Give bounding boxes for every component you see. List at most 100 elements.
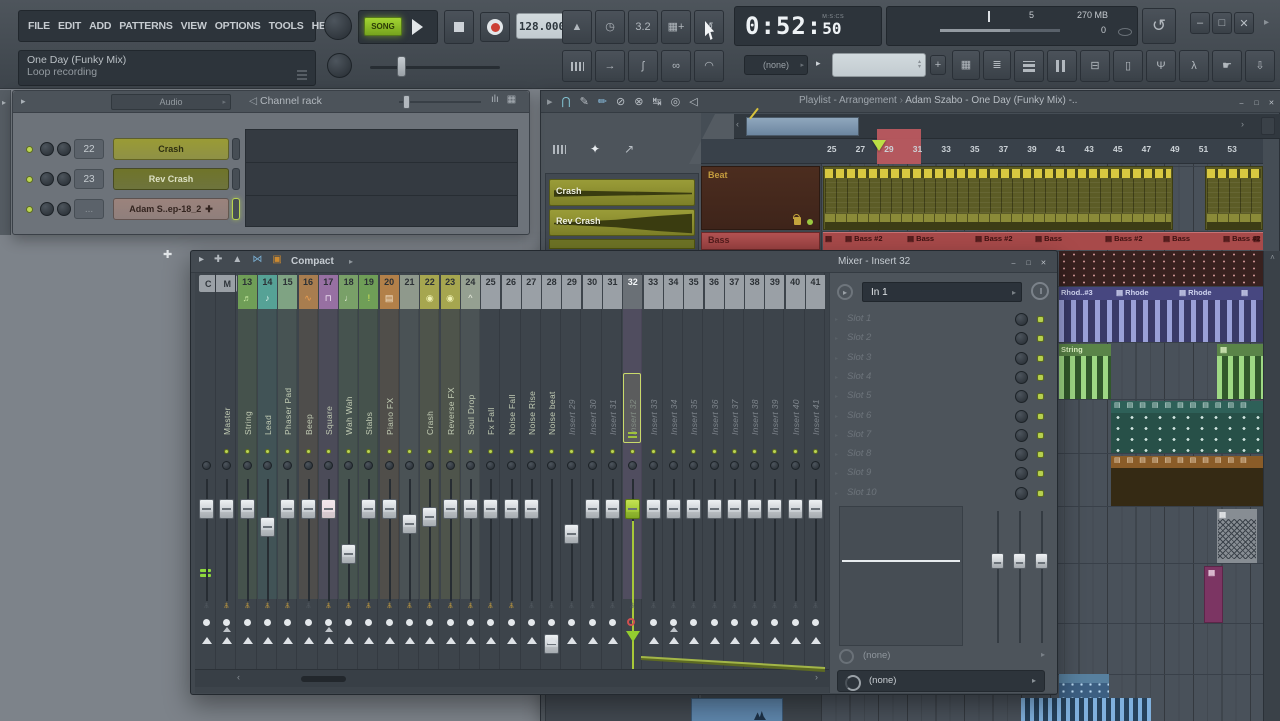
strip-name[interactable]: Insert 37 [730,309,740,435]
pattern-prev-arrow[interactable]: ▸ [816,58,821,69]
slot-knob[interactable] [1015,467,1028,480]
record-arm-dot[interactable] [508,619,515,626]
beat-clip-b[interactable] [1205,166,1263,230]
strip-name[interactable]: Noise Fall [507,309,517,435]
dock-up-icon[interactable]: ▲ [232,255,242,265]
menu-options[interactable]: OPTIONS [215,20,261,32]
volume-fader-handle[interactable] [767,499,782,519]
strip-sep-knob[interactable] [446,461,455,470]
fader-track[interactable] [612,479,614,601]
volume-fader-handle[interactable] [443,499,458,519]
strip-name[interactable]: Insert 34 [669,309,679,435]
strip-name[interactable]: Reverse FX [446,309,456,435]
fx-plug-icon[interactable]: ♆ [745,599,764,611]
scroll-right-arrow[interactable]: › [1241,119,1244,129]
mixer-scroll-indicator[interactable] [301,676,346,682]
fx-plug-icon[interactable]: ♆ [380,599,399,611]
strip-sep-knob[interactable] [750,461,759,470]
panel-plugin-database-button[interactable]: ▯ [1113,50,1143,82]
route-arrow-extra[interactable] [223,627,231,632]
volume-fader-handle[interactable] [788,499,803,519]
detach-icon[interactable]: ▸ [547,97,553,108]
strip-number-header[interactable]: 32 [623,275,642,309]
plugin-database-button-icon[interactable]: ▯ [1125,61,1131,72]
record-arm-dot[interactable] [264,619,271,626]
strip-number-header[interactable]: 28 [542,275,561,309]
fader-track[interactable] [653,479,655,601]
main-volume-track[interactable] [370,66,500,69]
fx-plug-icon[interactable]: ♆ [299,599,318,611]
fx-plug-icon[interactable]: ♆ [705,599,724,611]
channel-led[interactable] [26,146,33,153]
strip-mute-led[interactable] [732,449,737,454]
tempo-display[interactable]: 128.000 [516,13,568,39]
minimize-button[interactable]: – [1007,255,1020,270]
slot-enable-led[interactable] [1037,451,1044,458]
slot-enable-led[interactable] [1037,355,1044,362]
fx-plug-icon[interactable]: ♆ [359,599,378,611]
fader-track[interactable] [247,479,249,601]
strip-name[interactable]: Insert 35 [689,309,699,435]
tools-button-icon[interactable]: λ [1191,61,1197,72]
slot-knob[interactable] [1015,313,1028,326]
fx-plug-icon[interactable]: ♆ [542,599,561,611]
fx-plug-icon[interactable]: ♆ [684,599,703,611]
record-arm-dot[interactable] [284,619,291,626]
strip-mute-led[interactable] [610,449,615,454]
strip-name[interactable]: Master [222,309,232,435]
record-arm-dot[interactable] [670,619,677,626]
picture-button-icon[interactable]: ▦ [961,60,971,71]
route-arrow[interactable] [283,637,293,644]
slot-enable-led[interactable] [1037,374,1044,381]
mixer-strip-wah-wah[interactable]: 18♩Wah Wah♆ [339,273,358,687]
typing-to-piano-icon[interactable] [571,62,584,71]
route-arrow[interactable] [649,637,659,644]
mixer-strip-soul-drop[interactable]: 24^Soul Drop♆ [461,273,480,687]
strip-mute-led[interactable] [468,449,473,454]
strip-mute-led[interactable] [407,449,412,454]
transport-overdub[interactable]: ▦+ [661,10,691,44]
slot-enable-led[interactable] [1037,393,1044,400]
mixer-strip-reverse-fx[interactable]: 23◉Reverse FX♆ [441,273,460,687]
snap-step-edit[interactable]: → [595,50,625,82]
channel-led[interactable] [26,176,33,183]
mixer-track-number[interactable]: 22 [74,139,104,159]
kick-clip[interactable]: ▤▤▤▤▤▤▤▤▤▤▤ [1111,456,1263,506]
strip-sep-knob[interactable] [710,461,719,470]
volume-fader-handle[interactable] [321,499,336,519]
slot-enable-led[interactable] [1037,490,1044,497]
strip-mute-led[interactable] [326,449,331,454]
mixer-scroll-left-icon[interactable]: ‹ [237,672,240,682]
fader-track[interactable] [429,479,431,601]
record-arm-dot[interactable] [365,619,372,626]
record-button[interactable] [480,12,510,42]
strip-sep-knob[interactable] [324,461,333,470]
menu-add[interactable]: ADD [89,20,111,32]
fx-plug-icon[interactable]: ♆ [725,599,744,611]
maximize-button[interactable]: □ [1212,12,1232,34]
mixer-strip[interactable]: 21♆ [400,273,419,687]
latency-clock-icon[interactable] [1031,282,1049,300]
channel-pan-knob[interactable] [40,172,54,186]
record-arm-dot[interactable] [650,619,657,626]
master-pitch-knob[interactable] [327,53,352,78]
detach-icon[interactable]: ▸ [199,255,204,265]
strip-name[interactable]: Insert 38 [750,309,760,435]
audio-preview-box[interactable] [691,698,783,721]
slot-knob[interactable] [1015,429,1028,442]
track-armed-led[interactable] [807,219,813,225]
picker-item[interactable]: Crash [549,179,695,206]
volume-fader-handle[interactable] [341,544,356,564]
record-arm-dot[interactable] [345,619,352,626]
mixer-strip-insert-30[interactable]: 30Insert 30♆ [583,273,602,687]
strip-name[interactable]: Phaser Pad [283,309,293,435]
strip-number-header[interactable]: 35 [684,275,703,309]
strip-mute-led[interactable] [265,449,270,454]
overdub-icon[interactable]: ▦+ [668,22,685,33]
strip-number-header[interactable]: 41 [806,275,825,309]
strip-mute-led[interactable] [651,449,656,454]
record-arm-dot[interactable] [223,619,230,626]
route-arrow[interactable] [567,637,577,644]
mixer-button-icon[interactable] [1056,60,1068,72]
slot-enable-led[interactable] [1037,413,1044,420]
